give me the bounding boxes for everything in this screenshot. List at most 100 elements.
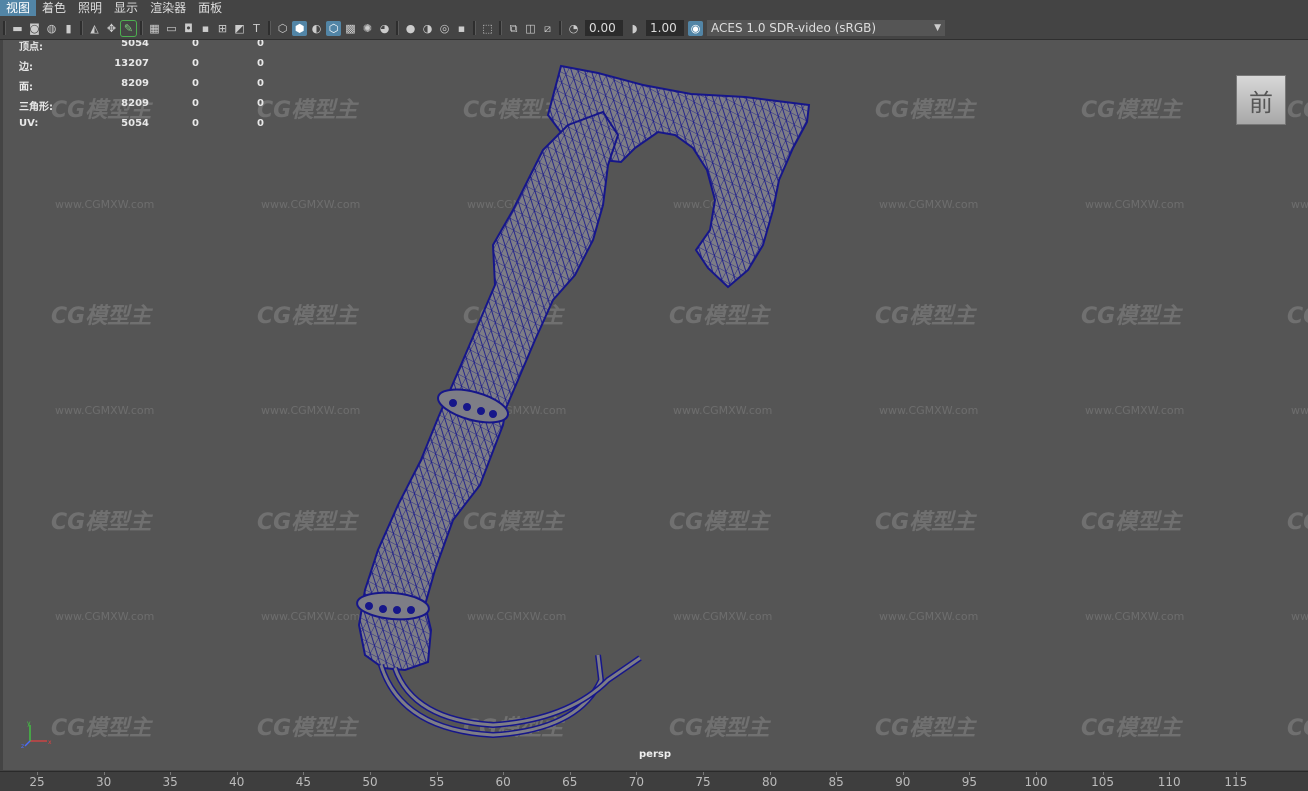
timeline-tick-label: 75 (695, 775, 711, 789)
hud-value: 13207 (114, 58, 149, 69)
safe-action-icon[interactable]: ◩ (232, 21, 247, 36)
screen-space-ao-icon[interactable]: ● (403, 21, 418, 36)
handle-strap (378, 654, 642, 739)
axe-wireframe-model (356, 64, 811, 739)
menu-renderer[interactable]: 渲染器 (144, 0, 192, 16)
panel-toolbar: ▬ ◙ ◍ ▮ ◭ ✥ ✎ ▦ ▭ ◘ ▪ ⊞ ◩ T ⬡ ⬢ ◐ ⬡ ▩ ✺ … (0, 17, 1308, 40)
hud-label: 边: (19, 62, 33, 73)
timeline-tick-label: 85 (828, 775, 844, 789)
toolbar-separator (473, 21, 476, 35)
timeline-tick-label: 30 (95, 775, 112, 789)
xray-active-icon[interactable]: ◫ (523, 21, 538, 36)
axe-handle (357, 110, 620, 672)
timeline-tick-label: 60 (495, 775, 511, 789)
use-all-lights-icon[interactable]: ✺ (360, 21, 375, 36)
timeline-tick-label: 65 (562, 775, 578, 789)
toolbar-separator (559, 21, 562, 35)
motion-blur-icon[interactable]: ◑ (420, 21, 435, 36)
toolbar-separator (140, 21, 143, 35)
exposure-field[interactable] (585, 20, 623, 36)
hud-row-vertices: 顶点: 5054 0 0 (19, 40, 279, 58)
poly-count-hud: 顶点: 5054 0 0 边: 13207 0 0 面: 8209 0 0 三角… (19, 40, 279, 138)
camera-attributes-icon[interactable]: ◙ (27, 21, 42, 36)
hud-value: 0 (192, 118, 199, 129)
timeline-tick-label: 100 (1024, 775, 1048, 789)
wireframe-on-shaded-icon[interactable]: ⬡ (326, 20, 341, 36)
timeline-tick-label: 50 (362, 775, 378, 789)
perspective-viewport[interactable]: CG模型主CG模型主CG模型主CG模型主CG模型主CG模型主CG模型主CG模型主… (3, 40, 1308, 770)
timeline-tick-label: 95 (961, 775, 978, 789)
timeline-tick-label: 70 (628, 775, 645, 789)
grid-icon[interactable]: ▦ (147, 21, 162, 36)
backface-culling-icon[interactable]: ⧄ (540, 21, 555, 36)
hud-value: 0 (192, 98, 199, 109)
shadows-icon[interactable]: ◕ (377, 21, 392, 36)
hud-label: 顶点: (19, 42, 43, 53)
grease-pencil-icon[interactable]: ✎ (120, 19, 137, 37)
timeline-tick-label: 115 (1224, 775, 1248, 789)
timeline-tick-label: 25 (29, 775, 45, 789)
hud-value: 0 (192, 78, 199, 89)
resolution-gate-icon[interactable]: ◘ (181, 21, 196, 36)
axis-label-y: y (27, 720, 31, 727)
hud-value: 8209 (121, 98, 149, 109)
hud-row-edges: 边: 13207 0 0 (19, 58, 279, 78)
hud-label: UV: (19, 118, 39, 129)
hud-row-faces: 面: 8209 0 0 (19, 78, 279, 98)
two-d-pan-icon[interactable]: ✥ (104, 21, 119, 36)
multisample-aa-icon[interactable]: ◎ (437, 21, 452, 36)
hud-value: 0 (192, 58, 199, 69)
timeline-tick-label: 35 (162, 775, 178, 789)
timeline-tick-label: 40 (229, 775, 245, 789)
gate-mask-icon[interactable]: ▪ (198, 21, 213, 36)
image-plane-icon[interactable]: ◭ (87, 21, 102, 36)
axis-label-x: x (48, 739, 52, 746)
timeline-tick-label: 105 (1091, 775, 1115, 789)
exposure-icon[interactable]: ◔ (566, 21, 581, 36)
hud-value: 0 (257, 98, 264, 109)
select-camera-icon[interactable]: ▬ (10, 21, 25, 36)
color-space-value: ACES 1.0 SDR-video (sRGB) (711, 21, 877, 35)
menu-view[interactable]: 视图 (0, 0, 37, 16)
toolbar-separator (3, 21, 6, 35)
view-cube[interactable]: 前 (1236, 75, 1286, 125)
timeline-tick-label: 80 (761, 775, 778, 789)
camera-lock-icon[interactable]: ◍ (44, 21, 59, 36)
gamma-field[interactable] (646, 20, 684, 36)
depth-of-field-icon[interactable]: ▪ (454, 21, 469, 36)
hud-value: 0 (257, 78, 264, 89)
xray-joints-icon[interactable]: ⧉ (506, 21, 521, 36)
timeline-tick-label: 110 (1157, 775, 1181, 789)
hud-value: 5054 (121, 118, 149, 129)
field-chart-icon[interactable]: ⊞ (215, 21, 230, 36)
menu-panels[interactable]: 面板 (192, 0, 228, 16)
hud-value: 5054 (121, 40, 149, 49)
menu-bar: 视图 着色 照明 显示 渲染器 面板 (0, 0, 1308, 16)
color-space-dropdown[interactable]: ACES 1.0 SDR-video (sRGB) ▼ (707, 20, 945, 36)
bookmark-icon[interactable]: ▮ (61, 21, 76, 36)
gamma-icon[interactable]: ◗ (627, 21, 642, 36)
isolate-select-icon[interactable]: ⬚ (480, 21, 495, 36)
hud-row-uvs: UV: 5054 0 0 (19, 118, 279, 138)
smooth-shade-icon[interactable]: ⬢ (292, 20, 307, 36)
film-gate-icon[interactable]: ▭ (164, 21, 179, 36)
hud-label: 三角形: (19, 102, 53, 113)
menu-show[interactable]: 显示 (108, 0, 144, 16)
hud-value: 0 (257, 118, 264, 129)
hud-value: 0 (257, 58, 264, 69)
xray-icon[interactable]: ▩ (343, 21, 358, 36)
time-slider[interactable]: 25 30 35 40 45 50 55 60 65 70 75 80 85 90 95 100 105 110 1… (0, 771, 1308, 791)
safe-title-icon[interactable]: T (249, 21, 264, 36)
camera-name-label: persp (639, 749, 671, 760)
axis-gizmo: x y z (21, 720, 52, 748)
toolbar-separator (396, 21, 399, 35)
menu-shading[interactable]: 着色 (36, 0, 72, 16)
hud-value: 8209 (121, 78, 149, 89)
default-material-icon[interactable]: ◐ (309, 21, 324, 36)
hud-label: 面: (19, 82, 33, 93)
menu-lighting[interactable]: 照明 (72, 0, 108, 16)
color-management-icon[interactable]: ◉ (688, 20, 703, 36)
timeline-tick-label: 45 (295, 775, 312, 789)
hud-value: 0 (192, 40, 199, 49)
wireframe-icon[interactable]: ⬡ (275, 21, 290, 36)
